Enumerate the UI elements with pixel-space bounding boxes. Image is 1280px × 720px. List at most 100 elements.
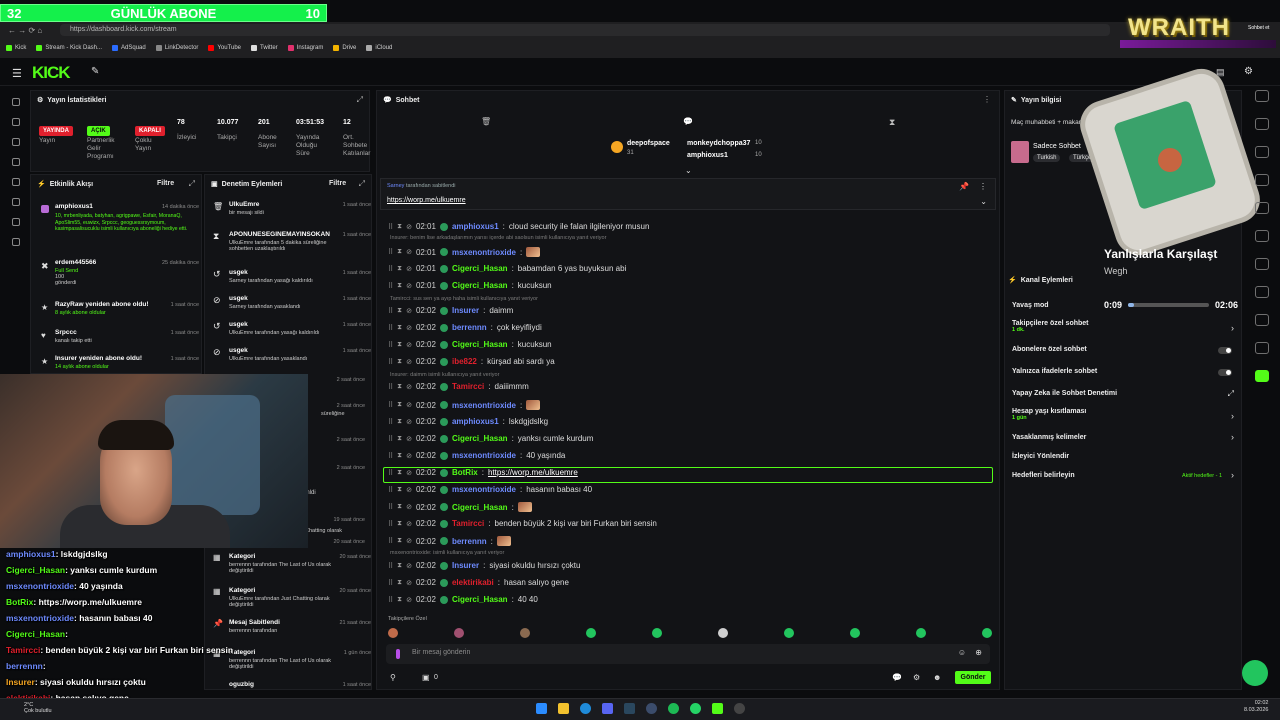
slow-mode-item[interactable]: Yavaş mod — [1012, 302, 1049, 309]
chevron-right-icon[interactable]: › — [1231, 411, 1234, 421]
drag-handle-icon[interactable]: ⠿ — [388, 537, 393, 545]
bookmark-adsquad[interactable]: AdSquad — [112, 45, 146, 51]
emote-picker-icon[interactable]: ☺ — [958, 648, 966, 657]
nodes-icon[interactable] — [1255, 342, 1269, 354]
category-name[interactable]: Sadece Sohbet — [1033, 143, 1081, 150]
drag-handle-icon[interactable]: ⠿ — [388, 469, 393, 477]
chevron-right-icon[interactable]: › — [1231, 323, 1234, 333]
drag-handle-icon[interactable]: ⠿ — [388, 248, 393, 256]
drag-handle-icon[interactable]: ⠿ — [388, 452, 393, 460]
pin-icon[interactable]: ✎ — [91, 66, 99, 77]
broadcast-icon[interactable] — [12, 98, 20, 106]
drag-handle-icon[interactable]: ⠿ — [388, 579, 393, 587]
mod-filter-button[interactable]: Filtre — [329, 180, 346, 187]
drag-handle-icon[interactable]: ⠿ — [388, 307, 393, 315]
drag-handle-icon[interactable]: ⠿ — [388, 358, 393, 366]
more-icon[interactable]: ⋮ — [983, 95, 991, 104]
popout-icon[interactable]: ⤢ — [189, 179, 195, 189]
raid-item[interactable]: İzleyici Yönlendir — [1012, 453, 1069, 460]
timeout-icon[interactable]: ⧗ — [397, 503, 402, 511]
drag-handle-icon[interactable]: ⠿ — [388, 503, 393, 511]
gif-icon[interactable]: ⊕ — [975, 648, 982, 657]
shield-icon[interactable]: ⊘ — [406, 562, 412, 570]
bookmark-twitter[interactable]: Twitter — [251, 45, 278, 51]
shield-icon[interactable]: ⊘ — [406, 282, 412, 290]
banned-words-item[interactable]: Yasaklanmış kelimeler — [1012, 434, 1086, 441]
drag-handle-icon[interactable]: ⠿ — [388, 223, 393, 231]
top-user-3[interactable]: amphioxus1 — [687, 152, 728, 159]
drag-handle-icon[interactable]: ⠿ — [388, 265, 393, 273]
app-icon[interactable] — [646, 703, 657, 714]
hourglass-icon[interactable]: ⧗ — [889, 117, 895, 128]
shield-icon[interactable]: ⊘ — [406, 469, 412, 477]
nav-arrows-icon[interactable]: ← → ⟳ ⌂ — [8, 26, 42, 35]
kick-logo[interactable]: KICK — [32, 63, 71, 83]
zap-icon[interactable] — [1255, 174, 1269, 186]
tag-turkish[interactable]: Turkish — [1033, 154, 1061, 162]
message-username[interactable]: amphioxus1 — [452, 417, 499, 426]
timeout-icon[interactable]: ⧗ — [397, 401, 402, 409]
emote-only-toggle[interactable] — [1218, 369, 1232, 376]
timeout-icon[interactable]: ⧗ — [397, 265, 402, 273]
shield-icon[interactable]: ⊘ — [406, 579, 412, 587]
chevron-down-icon[interactable]: ⌄ — [980, 197, 987, 206]
followers-only-item[interactable]: Takipçilere özel sohbet 1 dk. — [1012, 320, 1089, 333]
shield-icon[interactable]: ⊘ — [406, 383, 412, 391]
pin-icon[interactable]: 📌 — [959, 182, 969, 191]
drag-handle-icon[interactable]: ⠿ — [388, 383, 393, 391]
message-username[interactable]: Tamircci — [452, 382, 484, 391]
emote-button[interactable] — [982, 628, 992, 638]
timeout-icon[interactable]: ⧗ — [397, 520, 402, 528]
bookmark-stream[interactable]: Stream - Kick Dash... — [36, 45, 102, 51]
emote-button[interactable] — [520, 628, 530, 638]
message-username[interactable]: Insurer — [452, 306, 479, 315]
timeout-icon[interactable]: ⧗ — [397, 486, 402, 494]
emote-button[interactable] — [718, 628, 728, 638]
chevron-right-icon[interactable]: › — [1231, 470, 1234, 480]
drag-handle-icon[interactable]: ⠿ — [388, 562, 393, 570]
shield-icon[interactable]: ⊘ — [406, 265, 412, 273]
emote-only-item[interactable]: Yalnızca ifadelerle sohbet — [1012, 368, 1097, 375]
taskbar-clock[interactable]: 02:02 8.03.2026 — [1244, 700, 1268, 714]
message-username[interactable]: amphioxus1 — [452, 222, 499, 231]
bookmark-kick[interactable]: Kick — [6, 45, 26, 51]
bookmark-drive[interactable]: Drive — [333, 45, 356, 51]
shield-icon[interactable]: ⊘ — [406, 418, 412, 426]
shield-icon[interactable]: ⊘ — [406, 223, 412, 231]
timeout-icon[interactable]: ⧗ — [397, 596, 402, 604]
emote-button[interactable] — [652, 628, 662, 638]
drag-handle-icon[interactable]: ⠿ — [388, 486, 393, 494]
emote-button[interactable] — [388, 628, 398, 638]
send-button[interactable]: Gönder — [955, 671, 991, 684]
timeout-icon[interactable]: ⧗ — [397, 307, 402, 315]
drag-handle-icon[interactable]: ⠿ — [388, 520, 393, 528]
shield-icon[interactable]: ⊘ — [406, 520, 412, 528]
spotify-icon[interactable] — [668, 703, 679, 714]
kick-app-icon[interactable] — [712, 703, 723, 714]
popout-icon[interactable]: ⤢ — [359, 179, 365, 189]
top-user-2[interactable]: monkeydchoppa37 — [687, 140, 750, 147]
bookmark-linkdetector[interactable]: LinkDetector — [155, 45, 198, 51]
green-fab-button[interactable] — [1242, 660, 1268, 686]
shield-icon[interactable]: ⊘ — [406, 435, 412, 443]
whatsapp-icon[interactable] — [690, 703, 701, 714]
explorer-icon[interactable] — [558, 703, 569, 714]
bookmark-instagram[interactable]: Instagram — [287, 45, 323, 51]
gift-icon[interactable]: ▣ — [422, 673, 430, 682]
obs-icon[interactable] — [734, 703, 745, 714]
discord-icon[interactable] — [602, 703, 613, 714]
message-username[interactable]: Cigerci_Hasan — [452, 264, 508, 273]
top-user-1[interactable]: deepofspace — [627, 140, 670, 147]
bookmark-youtube[interactable]: YouTube — [208, 45, 241, 51]
shield-icon[interactable]: ⊘ — [406, 596, 412, 604]
wrench-icon[interactable] — [1255, 314, 1269, 326]
timeout-icon[interactable]: ⧗ — [397, 383, 402, 391]
activity-filter-button[interactable]: Filtre — [157, 180, 174, 187]
drag-handle-icon[interactable]: ⠿ — [388, 418, 393, 426]
timeout-icon[interactable]: ⧗ — [397, 324, 402, 332]
chat-bubble-icon[interactable]: 💬 — [892, 673, 902, 682]
users-icon[interactable] — [12, 218, 20, 226]
message-username[interactable]: elektirikabi — [452, 578, 494, 587]
subs-only-toggle[interactable] — [1218, 347, 1232, 354]
timeout-icon[interactable]: ⧗ — [397, 341, 402, 349]
